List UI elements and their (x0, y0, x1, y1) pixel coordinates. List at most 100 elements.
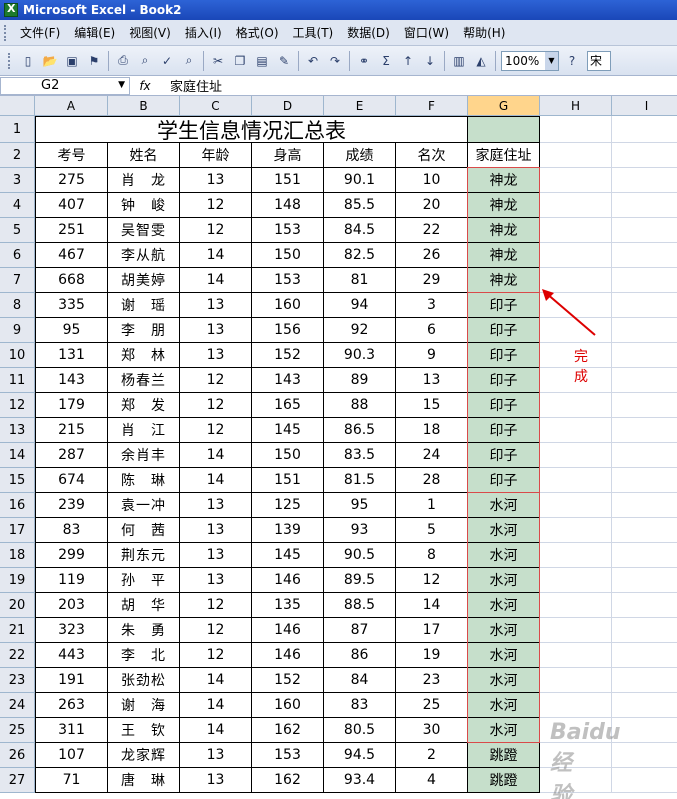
cell-empty[interactable] (612, 543, 677, 568)
data-cell[interactable]: 李 北 (108, 643, 180, 668)
data-cell[interactable]: 160 (252, 693, 324, 718)
data-cell[interactable]: 肖 龙 (108, 168, 180, 193)
data-cell[interactable]: 何 茜 (108, 518, 180, 543)
format-painter-icon[interactable]: ✎ (275, 52, 293, 70)
row-header-23[interactable]: 23 (0, 668, 35, 693)
menu-item[interactable]: 数据(D) (340, 23, 397, 43)
data-cell[interactable]: 81.5 (324, 468, 396, 493)
data-cell[interactable]: 14 (180, 468, 252, 493)
address-cell[interactable]: 水河 (468, 693, 540, 718)
data-cell[interactable]: 14 (180, 718, 252, 743)
data-cell[interactable]: 153 (252, 268, 324, 293)
autosum-icon[interactable]: Σ (377, 52, 395, 70)
column-header-c[interactable]: C (180, 96, 252, 116)
menu-item[interactable]: 编辑(E) (67, 23, 122, 43)
data-cell[interactable]: 陈 琳 (108, 468, 180, 493)
column-header-h[interactable]: H (540, 96, 612, 116)
cell-empty[interactable] (540, 243, 612, 268)
data-cell[interactable]: 84.5 (324, 218, 396, 243)
cell-empty[interactable] (612, 268, 677, 293)
data-cell[interactable]: 88.5 (324, 593, 396, 618)
cell-empty[interactable] (540, 643, 612, 668)
address-cell[interactable]: 水河 (468, 593, 540, 618)
cell-empty[interactable] (612, 768, 677, 793)
data-cell[interactable]: 余肖丰 (108, 443, 180, 468)
address-cell[interactable]: 印子 (468, 343, 540, 368)
address-cell[interactable]: 跳蹬 (468, 743, 540, 768)
cell-empty[interactable] (612, 618, 677, 643)
address-cell[interactable]: 水河 (468, 493, 540, 518)
data-cell[interactable]: 92 (324, 318, 396, 343)
cell-i1[interactable] (612, 116, 677, 143)
fx-icon[interactable]: fx (130, 79, 160, 93)
data-cell[interactable]: 89.5 (324, 568, 396, 593)
data-cell[interactable]: 孙 平 (108, 568, 180, 593)
row-header-18[interactable]: 18 (0, 543, 35, 568)
data-cell[interactable]: 12 (396, 568, 468, 593)
data-cell[interactable]: 14 (180, 243, 252, 268)
data-cell[interactable]: 83.5 (324, 443, 396, 468)
data-cell[interactable]: 杨春兰 (108, 368, 180, 393)
data-cell[interactable]: 张劲松 (108, 668, 180, 693)
cell-empty[interactable] (612, 393, 677, 418)
data-cell[interactable]: 203 (35, 593, 108, 618)
address-cell[interactable]: 印子 (468, 418, 540, 443)
data-cell[interactable]: 10 (396, 168, 468, 193)
save-icon[interactable]: ▣ (63, 52, 81, 70)
copy-icon[interactable]: ❐ (231, 52, 249, 70)
data-cell[interactable]: 24 (396, 443, 468, 468)
data-cell[interactable]: 2 (396, 743, 468, 768)
data-cell[interactable]: 3 (396, 293, 468, 318)
data-cell[interactable]: 13 (396, 368, 468, 393)
column-label-cell[interactable]: 家庭住址 (468, 143, 540, 168)
address-cell[interactable]: 印子 (468, 368, 540, 393)
row-header-4[interactable]: 4 (0, 193, 35, 218)
data-cell[interactable]: 13 (180, 568, 252, 593)
cell-empty[interactable] (612, 368, 677, 393)
data-cell[interactable]: 13 (180, 318, 252, 343)
new-icon[interactable]: ▯ (19, 52, 37, 70)
data-cell[interactable]: 143 (252, 368, 324, 393)
column-label-cell[interactable]: 年龄 (180, 143, 252, 168)
data-cell[interactable]: 12 (180, 218, 252, 243)
column-header-f[interactable]: F (396, 96, 468, 116)
cell-i2[interactable] (612, 143, 677, 168)
cell-empty[interactable] (612, 193, 677, 218)
data-cell[interactable]: 12 (180, 618, 252, 643)
data-cell[interactable]: 14 (180, 443, 252, 468)
data-cell[interactable]: 71 (35, 768, 108, 793)
cell-empty[interactable] (612, 468, 677, 493)
cell-empty[interactable] (612, 643, 677, 668)
cell-empty[interactable] (612, 568, 677, 593)
data-cell[interactable]: 5 (396, 518, 468, 543)
cell-empty[interactable] (612, 218, 677, 243)
cut-icon[interactable]: ✂ (209, 52, 227, 70)
cell-empty[interactable] (540, 593, 612, 618)
menu-item[interactable]: 视图(V) (122, 23, 178, 43)
row-header-1[interactable]: 1 (0, 116, 35, 143)
data-cell[interactable]: 323 (35, 618, 108, 643)
data-cell[interactable]: 215 (35, 418, 108, 443)
data-cell[interactable]: 吴智雯 (108, 218, 180, 243)
cell-empty[interactable] (612, 493, 677, 518)
cell-empty[interactable] (612, 668, 677, 693)
row-header-8[interactable]: 8 (0, 293, 35, 318)
data-cell[interactable]: 150 (252, 443, 324, 468)
cell-g1[interactable] (468, 116, 540, 143)
data-cell[interactable]: 275 (35, 168, 108, 193)
row-header-9[interactable]: 9 (0, 318, 35, 343)
data-cell[interactable]: 23 (396, 668, 468, 693)
column-header-g[interactable]: G (468, 96, 540, 116)
address-cell[interactable]: 水河 (468, 618, 540, 643)
row-header-3[interactable]: 3 (0, 168, 35, 193)
row-header-24[interactable]: 24 (0, 693, 35, 718)
row-header-6[interactable]: 6 (0, 243, 35, 268)
data-cell[interactable]: 郑 林 (108, 343, 180, 368)
address-cell[interactable]: 水河 (468, 568, 540, 593)
open-icon[interactable]: 📂 (41, 52, 59, 70)
data-cell[interactable]: 95 (324, 493, 396, 518)
data-cell[interactable]: 82.5 (324, 243, 396, 268)
data-cell[interactable]: 86 (324, 643, 396, 668)
row-header-7[interactable]: 7 (0, 268, 35, 293)
row-header-16[interactable]: 16 (0, 493, 35, 518)
